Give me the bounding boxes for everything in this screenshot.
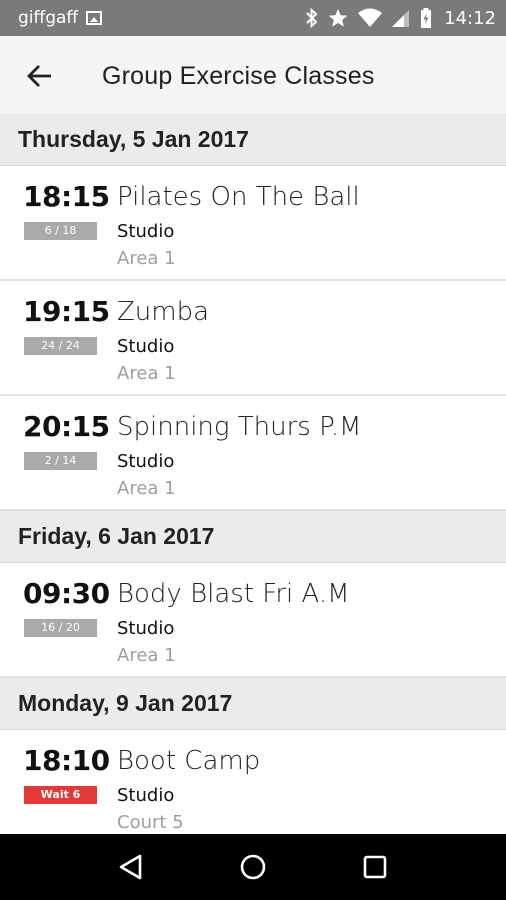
class-area: Court 5 xyxy=(117,812,184,833)
status-bar: giffgaff 14:12 xyxy=(0,0,506,36)
class-venue: Studio xyxy=(117,336,175,357)
navigation-bar xyxy=(0,834,506,900)
capacity-badge: 6 / 18 xyxy=(24,222,97,240)
capacity-badge: 24 / 24 xyxy=(24,337,97,355)
class-time: 20:15 xyxy=(23,410,110,443)
capacity-badge: 16 / 20 xyxy=(24,619,97,637)
back-button[interactable] xyxy=(0,36,80,116)
class-time: 18:15 xyxy=(23,180,110,213)
class-row[interactable]: 09:30 16 / 20 Body Blast Fri A.M Studio … xyxy=(0,563,506,678)
class-name: Pilates On The Ball xyxy=(117,182,360,212)
class-row[interactable]: 18:10 Wait 6 Boot Camp Studio Court 5 xyxy=(0,730,506,834)
day-header: Thursday, 5 Jan 2017 xyxy=(0,114,506,166)
nav-home-button[interactable] xyxy=(223,837,283,897)
class-row[interactable]: 19:15 24 / 24 Zumba Studio Area 1 xyxy=(0,281,506,396)
class-time: 19:15 xyxy=(23,295,110,328)
class-venue: Studio xyxy=(117,785,175,806)
class-time: 18:10 xyxy=(23,744,110,777)
class-area: Area 1 xyxy=(117,645,176,666)
nav-recents-button[interactable] xyxy=(345,837,405,897)
wifi-icon xyxy=(358,8,383,27)
back-triangle-icon xyxy=(119,854,142,880)
carrier-name: giffgaff xyxy=(18,8,79,28)
day-header: Friday, 6 Jan 2017 xyxy=(0,511,506,563)
class-name: Zumba xyxy=(117,297,210,327)
recents-square-icon xyxy=(363,855,387,879)
battery-charging-icon xyxy=(421,8,432,28)
class-venue: Studio xyxy=(117,451,175,472)
page-title: Group Exercise Classes xyxy=(102,61,375,90)
nav-back-button[interactable] xyxy=(101,837,161,897)
class-name: Body Blast Fri A.M xyxy=(117,579,350,609)
app-bar: Group Exercise Classes xyxy=(0,36,506,116)
bluetooth-icon xyxy=(306,8,318,28)
class-venue: Studio xyxy=(117,221,175,242)
waitlist-badge: Wait 6 xyxy=(24,786,97,804)
class-row[interactable]: 18:15 6 / 18 Pilates On The Ball Studio … xyxy=(0,166,506,281)
class-name: Boot Camp xyxy=(117,746,261,776)
day-header: Monday, 9 Jan 2017 xyxy=(0,678,506,730)
class-time: 09:30 xyxy=(23,577,110,610)
class-row[interactable]: 20:15 2 / 14 Spinning Thurs P.M Studio A… xyxy=(0,396,506,511)
clock: 14:12 xyxy=(444,7,496,29)
back-arrow-icon xyxy=(27,65,51,87)
image-icon xyxy=(86,11,103,25)
signal-icon xyxy=(392,10,410,27)
star-icon xyxy=(328,9,348,27)
class-area: Area 1 xyxy=(117,248,176,269)
class-area: Area 1 xyxy=(117,363,176,384)
capacity-badge: 2 / 14 xyxy=(24,452,97,470)
class-venue: Studio xyxy=(117,618,175,639)
status-icons: 14:12 xyxy=(306,8,496,29)
class-area: Area 1 xyxy=(117,478,176,499)
class-name: Spinning Thurs P.M xyxy=(117,412,362,442)
class-list[interactable]: Thursday, 5 Jan 2017 18:15 6 / 18 Pilate… xyxy=(0,114,506,834)
home-circle-icon xyxy=(240,854,266,880)
